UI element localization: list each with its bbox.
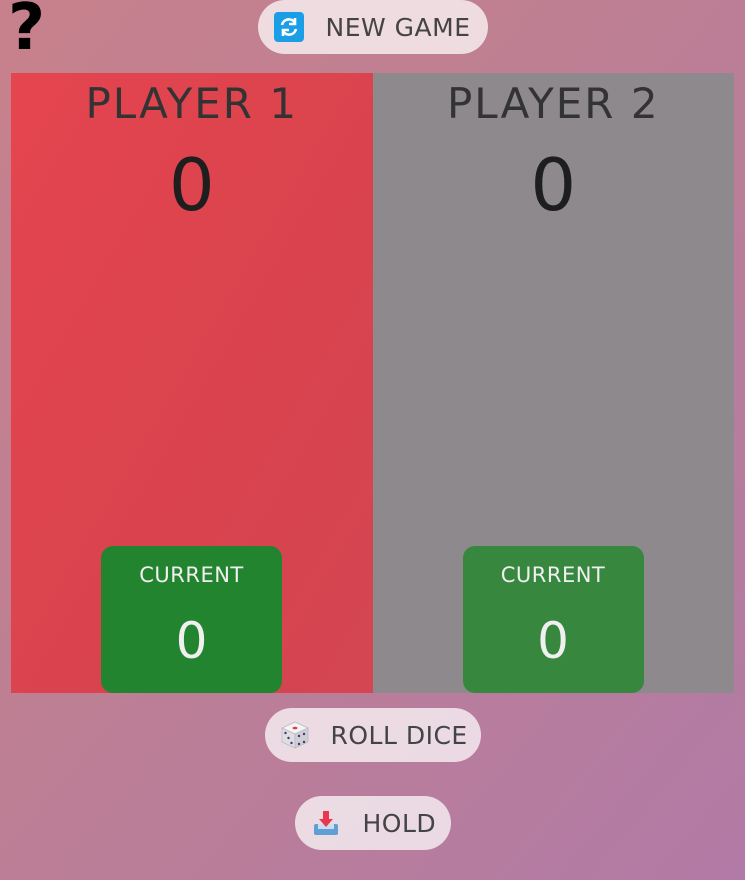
player-2-current-box: CURRENT 0 [462, 546, 644, 693]
player-1-panel: PLAYER 1 0 CURRENT 0 [11, 73, 373, 693]
help-icon[interactable]: ? [8, 0, 45, 60]
player-2-panel: PLAYER 2 0 CURRENT 0 [372, 73, 734, 693]
hold-label: HOLD [362, 808, 437, 838]
inbox-tray-icon [309, 806, 343, 840]
player-2-score: 0 [530, 143, 577, 227]
player-2-current-label: CURRENT [500, 563, 606, 587]
player-1-current-score: 0 [175, 612, 208, 670]
game-board: PLAYER 1 0 CURRENT 0 PLAYER 2 0 CURRENT … [11, 73, 734, 693]
player-1-name: PLAYER 1 [85, 79, 299, 128]
roll-dice-label: ROLL DICE [330, 720, 468, 750]
dice-icon [279, 718, 311, 752]
refresh-icon [272, 10, 306, 44]
player-1-score: 0 [168, 143, 215, 227]
player-2-name: PLAYER 2 [446, 79, 660, 128]
player-1-current-label: CURRENT [139, 563, 244, 587]
roll-dice-button[interactable]: ROLL DICE [264, 708, 481, 762]
new-game-label: NEW GAME [325, 12, 471, 42]
new-game-button[interactable]: NEW GAME [257, 0, 488, 54]
player-2-current-score: 0 [537, 612, 569, 670]
hold-button[interactable]: HOLD [294, 796, 451, 850]
player-1-current-box: CURRENT 0 [101, 546, 282, 693]
